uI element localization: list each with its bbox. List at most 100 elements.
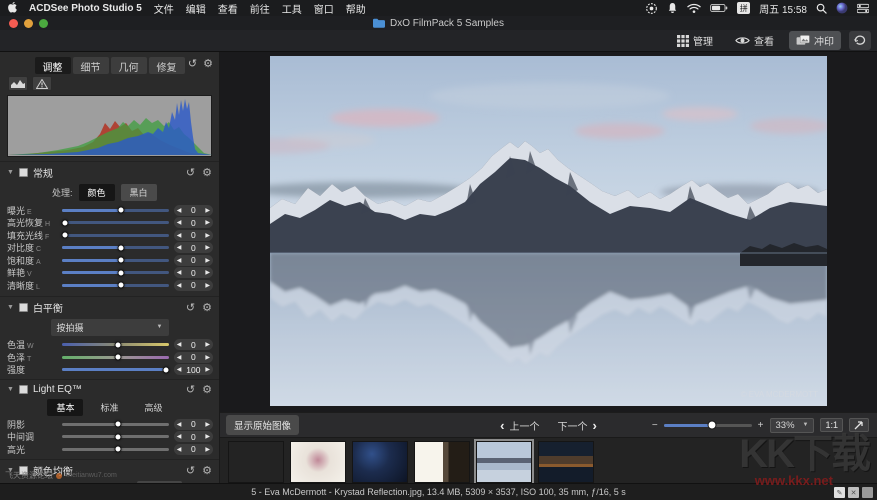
disclosure-triangle-icon[interactable]: ▼ [7, 169, 14, 176]
apple-menu-icon[interactable] [8, 2, 19, 14]
highlights-slider[interactable] [62, 448, 169, 451]
cb-reset-icon[interactable]: ↺ [186, 464, 195, 477]
menu-view[interactable]: 查看 [218, 1, 238, 16]
disclosure-triangle-icon[interactable]: ▼ [7, 304, 14, 311]
decrement-button[interactable]: ◀ [177, 232, 182, 239]
increment-button[interactable]: ▶ [205, 232, 210, 239]
wb-gear-icon[interactable]: ⚙ [202, 301, 212, 314]
tab-adjust[interactable]: 调整 [35, 57, 71, 74]
thumbnail-3[interactable] [352, 441, 408, 483]
notification-bell-icon[interactable] [667, 2, 678, 14]
increment-button[interactable]: ▶ [205, 446, 210, 453]
settings-gear-icon[interactable]: ⚙ [203, 57, 213, 70]
active-app-name[interactable]: ACDSee Photo Studio 5 [29, 3, 142, 14]
decrement-button[interactable]: ◀ [177, 219, 182, 226]
increment-button[interactable]: ▶ [205, 282, 210, 289]
lighteq-gear-icon[interactable]: ⚙ [202, 383, 212, 396]
siri-icon[interactable] [836, 2, 848, 14]
thumbnail-1[interactable] [228, 441, 284, 483]
increment-button[interactable]: ▶ [205, 207, 210, 214]
increment-button[interactable]: ▶ [205, 257, 210, 264]
shadows-slider[interactable] [62, 423, 169, 426]
screen-record-icon[interactable] [645, 2, 658, 15]
lighteq-tab-standard[interactable]: 标准 [91, 399, 127, 416]
close-status-icon[interactable]: ✕ [848, 487, 859, 498]
process-bw-button[interactable]: 黑白 [121, 184, 157, 201]
menu-tools[interactable]: 工具 [282, 1, 302, 16]
contrast-slider[interactable] [62, 246, 169, 249]
zoom-slider[interactable] [664, 424, 752, 427]
main-photo[interactable]: © EVA MCDERMOTT [270, 56, 827, 406]
fill-light-slider[interactable] [62, 234, 169, 237]
tab-repair[interactable]: 修复 [149, 57, 185, 74]
control-center-icon[interactable] [857, 3, 869, 14]
tab-detail[interactable]: 细节 [73, 57, 109, 74]
thumbnail-2[interactable] [290, 441, 346, 483]
increment-button[interactable]: ▶ [205, 269, 210, 276]
develop-mode-button[interactable]: 冲印 [789, 31, 841, 50]
menu-help[interactable]: 帮助 [346, 1, 366, 16]
tint-slider[interactable] [62, 356, 169, 359]
acdsee-365-sync-icon[interactable] [849, 31, 871, 50]
increment-button[interactable]: ▶ [205, 341, 210, 348]
tab-geometry[interactable]: 几何 [111, 57, 147, 74]
menu-go[interactable]: 前往 [250, 1, 270, 16]
menu-file[interactable]: 文件 [154, 1, 174, 16]
previous-image-button[interactable]: ‹ 上一个 [500, 418, 539, 433]
menu-window[interactable]: 窗口 [314, 1, 334, 16]
lighteq-reset-icon[interactable]: ↺ [186, 383, 195, 396]
decrement-button[interactable]: ◀ [177, 446, 182, 453]
blank-status-icon[interactable] [862, 487, 873, 498]
reset-all-icon[interactable]: ↺ [188, 57, 197, 70]
input-method-icon[interactable]: 拼 [737, 2, 750, 14]
general-checkbox[interactable] [19, 168, 28, 177]
saturation-slider[interactable] [62, 259, 169, 262]
decrement-button[interactable]: ◀ [177, 257, 182, 264]
thumbnail-4[interactable] [414, 441, 470, 483]
section-general-header[interactable]: ▼ 常规 ↺ ⚙ [0, 162, 219, 182]
spotlight-search-icon[interactable] [816, 3, 827, 14]
lighteq-tab-advanced[interactable]: 高级 [136, 399, 172, 416]
clarity-slider[interactable] [62, 284, 169, 287]
decrement-button[interactable]: ◀ [177, 244, 182, 251]
edit-status-icon[interactable]: ✎ [834, 487, 845, 498]
strength-slider[interactable] [62, 368, 169, 371]
decrement-button[interactable]: ◀ [177, 282, 182, 289]
histogram-toggle-button[interactable] [8, 76, 28, 91]
view-mode-button[interactable]: 查看 [728, 31, 781, 50]
exposure-warning-button[interactable] [32, 76, 52, 91]
decrement-button[interactable]: ◀ [177, 354, 182, 361]
temperature-slider[interactable] [62, 343, 169, 346]
menu-edit[interactable]: 编辑 [186, 1, 206, 16]
increment-button[interactable]: ▶ [205, 433, 210, 440]
next-image-button[interactable]: 下一个 › [558, 418, 597, 433]
thumbnail-5-selected[interactable] [476, 441, 532, 483]
general-reset-icon[interactable]: ↺ [186, 166, 195, 179]
wifi-icon[interactable] [687, 3, 701, 14]
increment-button[interactable]: ▶ [205, 354, 210, 361]
cb-gear-icon[interactable]: ⚙ [202, 464, 212, 477]
highlight-recovery-slider[interactable] [62, 221, 169, 224]
manage-mode-button[interactable]: 管理 [670, 31, 720, 50]
battery-icon[interactable] [710, 3, 728, 13]
disclosure-triangle-icon[interactable]: ▼ [7, 386, 14, 393]
white-balance-preset-dropdown[interactable]: 按拍摄 ▼ [51, 319, 169, 336]
lighteq-tab-basic[interactable]: 基本 [47, 399, 83, 416]
midtones-slider[interactable] [62, 435, 169, 438]
decrement-button[interactable]: ◀ [177, 269, 182, 276]
increment-button[interactable]: ▶ [205, 366, 210, 373]
decrement-button[interactable]: ◀ [177, 341, 182, 348]
section-lighteq-header[interactable]: ▼ Light EQ™ ↺ ⚙ [0, 380, 219, 398]
increment-button[interactable]: ▶ [205, 421, 210, 428]
process-color-button[interactable]: 颜色 [79, 184, 115, 201]
thumbnail-6[interactable] [538, 441, 594, 483]
decrement-button[interactable]: ◀ [177, 207, 182, 214]
menubar-clock[interactable]: 周五 15:58 [759, 1, 807, 16]
increment-button[interactable]: ▶ [205, 219, 210, 226]
vibrance-slider[interactable] [62, 271, 169, 274]
white-balance-checkbox[interactable] [19, 303, 28, 312]
lighteq-checkbox[interactable] [19, 385, 28, 394]
wb-reset-icon[interactable]: ↺ [186, 301, 195, 314]
decrement-button[interactable]: ◀ [177, 366, 182, 373]
exposure-slider[interactable] [62, 209, 169, 212]
